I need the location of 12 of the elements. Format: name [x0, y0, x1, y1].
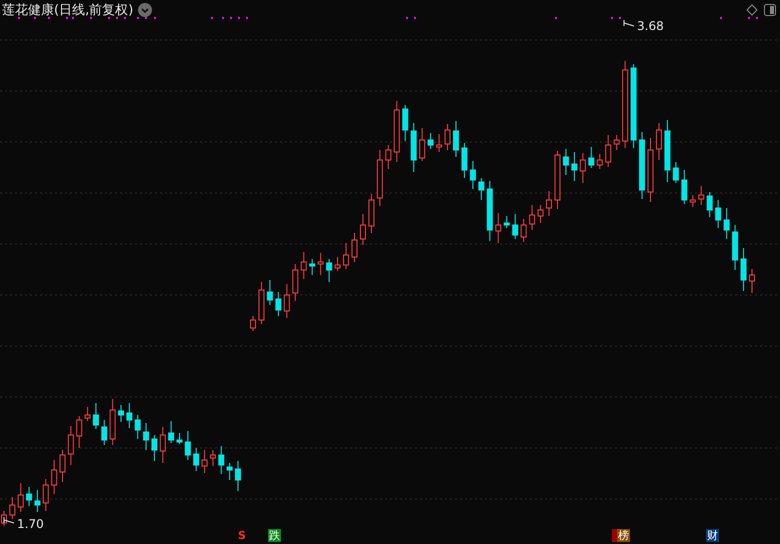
event-marker[interactable]: 跌	[268, 529, 281, 542]
low-price-label: 1.70	[17, 517, 44, 531]
event-marker[interactable]: 财	[706, 529, 719, 542]
panel-toggle-icon[interactable]	[764, 4, 776, 16]
dropdown-icon[interactable]	[138, 3, 152, 17]
diamond-icon[interactable]	[746, 4, 758, 16]
high-price-label: 3.68	[637, 19, 664, 33]
leader-line	[4, 516, 14, 524]
event-marker[interactable]: 榜	[612, 529, 630, 542]
chart-title: 莲花健康(日线,前复权)	[2, 2, 134, 19]
leader-line	[624, 20, 634, 26]
event-marker[interactable]: S	[237, 529, 247, 542]
